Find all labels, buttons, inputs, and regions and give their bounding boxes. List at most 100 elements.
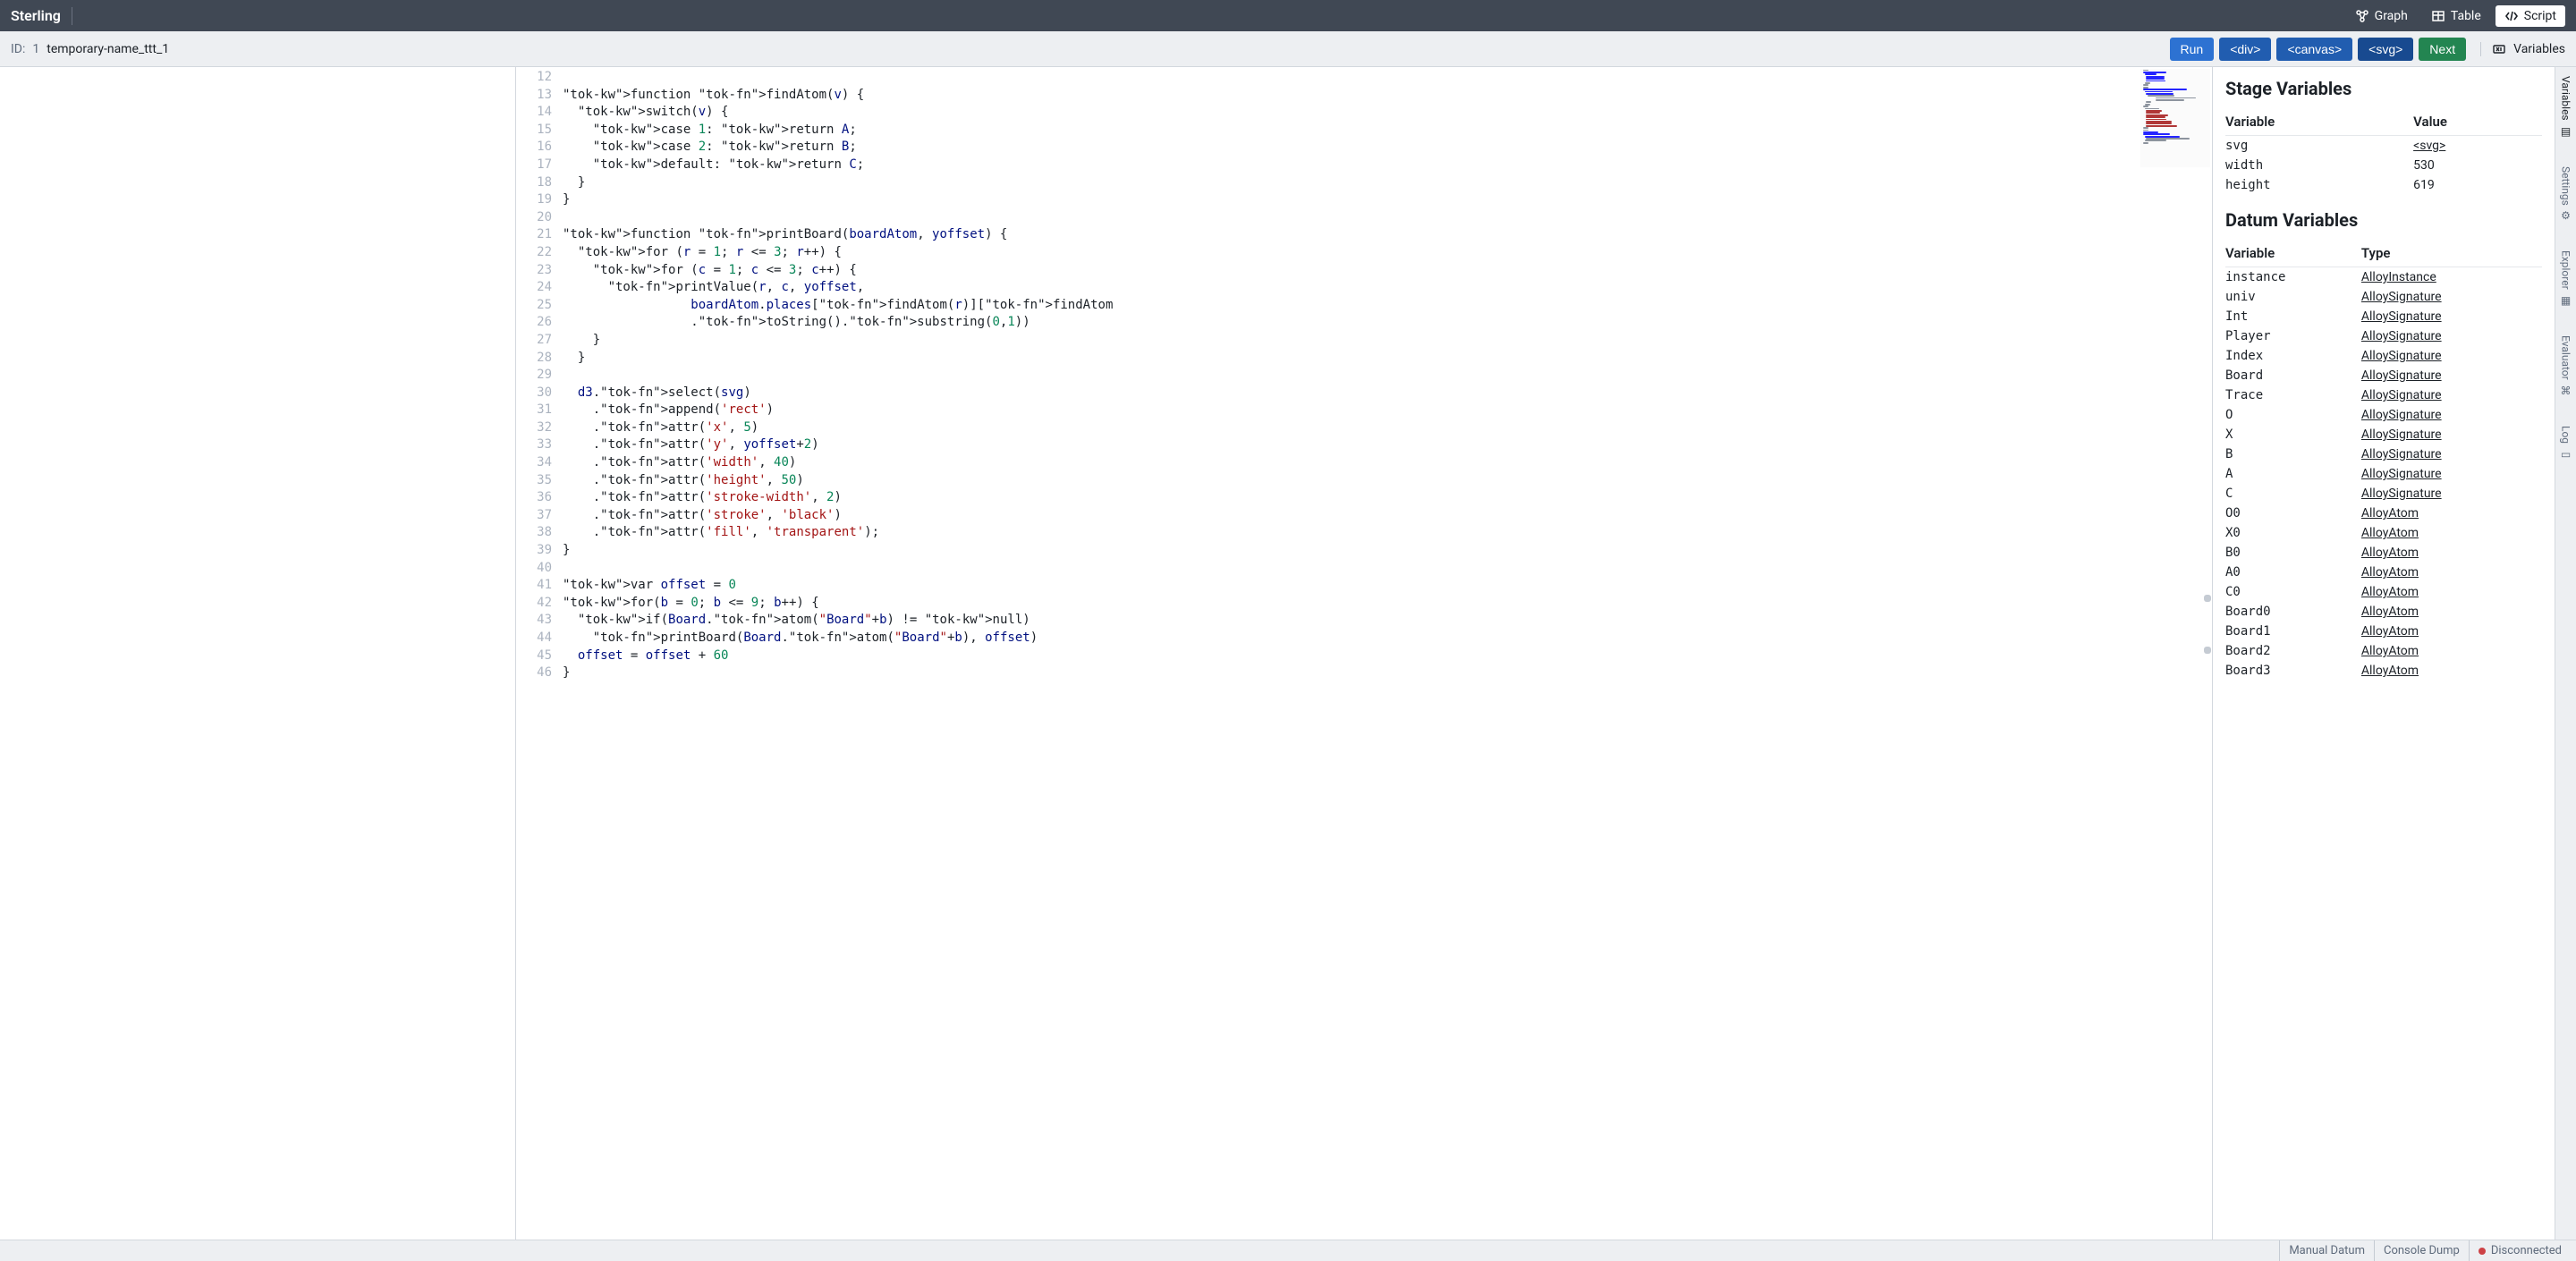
code-line[interactable]: "tok-kw">function "tok-fn">printBoard(bo…: [563, 226, 2212, 244]
code-line[interactable]: "tok-fn">printValue(r, c, yoffset,: [563, 279, 2212, 297]
line-number: 17: [516, 157, 552, 174]
var-type[interactable]: AlloyAtom: [2361, 563, 2542, 582]
var-type[interactable]: AlloySignature: [2361, 385, 2542, 405]
rail-settings[interactable]: Settings ⚙: [2560, 163, 2572, 226]
div-stage-button[interactable]: <div>: [2219, 38, 2271, 61]
code-line[interactable]: boardAtom.places["tok-fn">findAtom(r)]["…: [563, 297, 2212, 315]
code-line[interactable]: }: [563, 350, 2212, 368]
manual-datum-button[interactable]: Manual Datum: [2279, 1240, 2374, 1261]
rail-variables[interactable]: Variables ▤: [2560, 72, 2572, 141]
code-line[interactable]: "tok-kw">switch(v) {: [563, 104, 2212, 122]
console-dump-button[interactable]: Console Dump: [2374, 1240, 2469, 1261]
rail-log[interactable]: Log ▭: [2560, 422, 2572, 464]
col-variable: Variable: [2225, 108, 2413, 136]
var-value[interactable]: <svg>: [2413, 136, 2542, 157]
code-editor[interactable]: 1213141516171819202122232425262728293031…: [515, 67, 2212, 1240]
code-line[interactable]: "tok-kw">for (r = 1; r <= 3; r++) {: [563, 244, 2212, 262]
var-name: svg: [2225, 136, 2413, 157]
code-line[interactable]: ."tok-fn">attr('y', yoffset+2): [563, 436, 2212, 454]
code-line[interactable]: "tok-kw">if(Board."tok-fn">atom("Board"+…: [563, 612, 2212, 630]
line-number: 38: [516, 524, 552, 542]
rail-explorer[interactable]: Explorer ▦: [2560, 247, 2572, 310]
graph-tab[interactable]: Graph: [2346, 5, 2417, 27]
var-type[interactable]: AlloySignature: [2361, 287, 2542, 307]
rail-evaluator-label: Evaluator: [2560, 335, 2572, 380]
var-type[interactable]: AlloySignature: [2361, 326, 2542, 346]
var-name: C0: [2225, 582, 2361, 602]
var-type[interactable]: AlloySignature: [2361, 405, 2542, 425]
code-line[interactable]: "tok-kw">for(b = 0; b <= 9; b++) {: [563, 595, 2212, 613]
editor-scrollbar[interactable]: [2203, 595, 2212, 604]
code-line[interactable]: ."tok-fn">attr('height', 50): [563, 472, 2212, 490]
code-line[interactable]: ."tok-fn">attr('stroke', 'black'): [563, 507, 2212, 525]
canvas-stage-button[interactable]: <canvas>: [2276, 38, 2352, 61]
line-number: 35: [516, 472, 552, 490]
editor-scrollbar-2[interactable]: [2203, 647, 2212, 656]
code-line[interactable]: }: [563, 332, 2212, 350]
code-content[interactable]: "tok-kw">function "tok-fn">findAtom(v) {…: [559, 67, 2212, 1240]
var-type[interactable]: AlloyAtom: [2361, 582, 2542, 602]
connection-status[interactable]: Disconnected: [2469, 1240, 2571, 1261]
stage-variables-heading: Stage Variables: [2225, 78, 2542, 99]
var-name: univ: [2225, 287, 2361, 307]
code-line[interactable]: "tok-fn">printBoard(Board."tok-fn">atom(…: [563, 630, 2212, 647]
code-line[interactable]: "tok-kw">case 2: "tok-kw">return B;: [563, 139, 2212, 157]
line-number: 39: [516, 542, 552, 560]
var-type[interactable]: AlloyAtom: [2361, 543, 2542, 563]
var-name: Board2: [2225, 641, 2361, 661]
evaluator-icon: ⌘: [2561, 385, 2572, 397]
var-type[interactable]: AlloySignature: [2361, 346, 2542, 366]
var-type[interactable]: AlloySignature: [2361, 425, 2542, 444]
code-line[interactable]: [563, 209, 2212, 227]
var-type[interactable]: AlloySignature: [2361, 484, 2542, 504]
code-line[interactable]: [563, 69, 2212, 87]
code-line[interactable]: ."tok-fn">toString()."tok-fn">substring(…: [563, 314, 2212, 332]
minimap[interactable]: [2140, 69, 2210, 167]
code-line[interactable]: ."tok-fn">attr('fill', 'transparent');: [563, 524, 2212, 542]
code-line[interactable]: ."tok-fn">append('rect'): [563, 402, 2212, 419]
code-line[interactable]: d3."tok-fn">select(svg): [563, 385, 2212, 402]
code-line[interactable]: [563, 560, 2212, 578]
var-type[interactable]: AlloySignature: [2361, 366, 2542, 385]
var-type[interactable]: AlloySignature: [2361, 307, 2542, 326]
rail-evaluator[interactable]: Evaluator ⌘: [2560, 332, 2572, 401]
code-line[interactable]: }: [563, 542, 2212, 560]
code-line[interactable]: "tok-kw">default: "tok-kw">return C;: [563, 157, 2212, 174]
var-type[interactable]: AlloyAtom: [2361, 504, 2542, 523]
code-line[interactable]: "tok-kw">var offset = 0: [563, 577, 2212, 595]
var-type[interactable]: AlloySignature: [2361, 444, 2542, 464]
var-type[interactable]: AlloyAtom: [2361, 523, 2542, 543]
svg-stage-button[interactable]: <svg>: [2358, 38, 2413, 61]
var-type[interactable]: AlloySignature: [2361, 464, 2542, 484]
next-button[interactable]: Next: [2419, 38, 2466, 61]
code-line[interactable]: }: [563, 174, 2212, 192]
var-type[interactable]: AlloyAtom: [2361, 661, 2542, 681]
var-type[interactable]: AlloyAtom: [2361, 602, 2542, 622]
variables-panel: Stage Variables Variable Value svg<svg>w…: [2212, 67, 2555, 1240]
code-line[interactable]: ."tok-fn">attr('x', 5): [563, 419, 2212, 437]
script-tab-label: Script: [2524, 9, 2556, 23]
code-line[interactable]: offset = offset + 60: [563, 647, 2212, 665]
var-name: O: [2225, 405, 2361, 425]
script-tab[interactable]: Script: [2496, 5, 2565, 27]
code-line[interactable]: ."tok-fn">attr('stroke-width', 2): [563, 489, 2212, 507]
var-name: Board: [2225, 366, 2361, 385]
code-line[interactable]: }: [563, 191, 2212, 209]
variables-icon: [2492, 42, 2506, 56]
table-tab-label: Table: [2451, 9, 2481, 23]
datum-var-row: A0AlloyAtom: [2225, 563, 2542, 582]
code-line[interactable]: [563, 367, 2212, 385]
table-tab[interactable]: Table: [2422, 5, 2490, 27]
code-line[interactable]: "tok-kw">function "tok-fn">findAtom(v) {: [563, 87, 2212, 105]
variables-toggle[interactable]: Variables: [2480, 42, 2565, 56]
run-button[interactable]: Run: [2170, 38, 2215, 61]
code-line[interactable]: }: [563, 664, 2212, 682]
var-type[interactable]: AlloyAtom: [2361, 641, 2542, 661]
line-number: 29: [516, 367, 552, 385]
code-line[interactable]: "tok-kw">case 1: "tok-kw">return A;: [563, 122, 2212, 140]
code-line[interactable]: "tok-kw">for (c = 1; c <= 3; c++) {: [563, 262, 2212, 280]
var-type[interactable]: AlloyInstance: [2361, 267, 2542, 288]
datum-name: temporary-name_ttt_1: [47, 42, 169, 56]
code-line[interactable]: ."tok-fn">attr('width', 40): [563, 454, 2212, 472]
var-type[interactable]: AlloyAtom: [2361, 622, 2542, 641]
